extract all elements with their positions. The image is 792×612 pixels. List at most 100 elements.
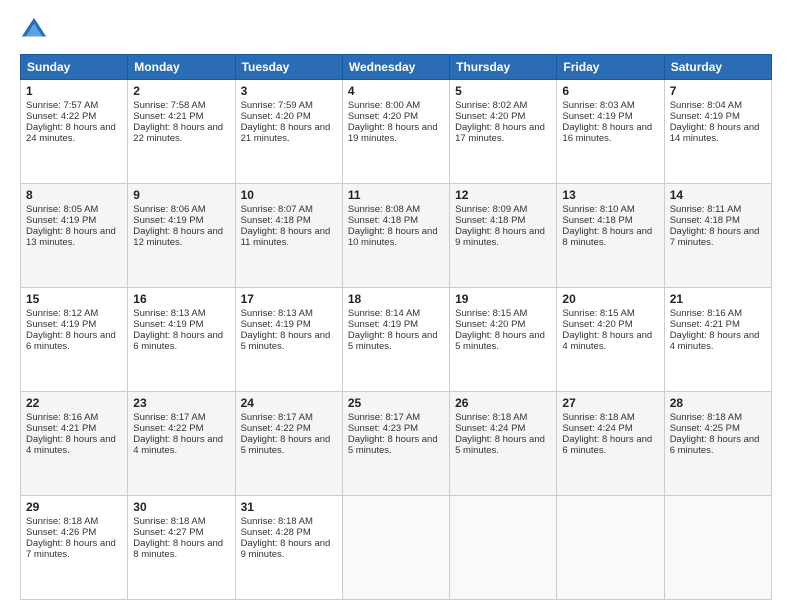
sunrise-text: Sunrise: 8:06 AM [133,204,205,215]
day-number: 15 [26,292,122,306]
day-number: 17 [241,292,337,306]
day-number: 4 [348,84,444,98]
calendar-cell: 18Sunrise: 8:14 AMSunset: 4:19 PMDayligh… [342,288,449,392]
sunrise-text: Sunrise: 8:11 AM [670,204,742,215]
sunrise-text: Sunrise: 8:18 AM [26,516,98,527]
daylight-text: Daylight: 8 hours and 9 minutes. [241,538,331,560]
logo [20,16,52,44]
sunrise-text: Sunrise: 8:18 AM [670,412,742,423]
calendar-cell: 25Sunrise: 8:17 AMSunset: 4:23 PMDayligh… [342,392,449,496]
day-number: 12 [455,188,551,202]
day-number: 21 [670,292,766,306]
sunrise-text: Sunrise: 8:12 AM [26,308,98,319]
sunset-text: Sunset: 4:21 PM [670,319,740,330]
week-row-1: 1Sunrise: 7:57 AMSunset: 4:22 PMDaylight… [21,80,772,184]
sunrise-text: Sunrise: 8:00 AM [348,100,420,111]
daylight-text: Daylight: 8 hours and 5 minutes. [455,434,545,456]
sunrise-text: Sunrise: 8:17 AM [133,412,205,423]
daylight-text: Daylight: 8 hours and 7 minutes. [26,538,116,560]
day-number: 23 [133,396,229,410]
sunset-text: Sunset: 4:26 PM [26,527,96,538]
weekday-header-sunday: Sunday [21,55,128,80]
sunset-text: Sunset: 4:20 PM [455,111,525,122]
day-number: 6 [562,84,658,98]
daylight-text: Daylight: 8 hours and 24 minutes. [26,122,116,144]
sunset-text: Sunset: 4:18 PM [670,215,740,226]
calendar-cell [664,496,771,600]
calendar-cell: 31Sunrise: 8:18 AMSunset: 4:28 PMDayligh… [235,496,342,600]
day-number: 19 [455,292,551,306]
sunrise-text: Sunrise: 8:10 AM [562,204,634,215]
sunrise-text: Sunrise: 8:05 AM [26,204,98,215]
day-number: 14 [670,188,766,202]
weekday-header-wednesday: Wednesday [342,55,449,80]
daylight-text: Daylight: 8 hours and 4 minutes. [670,330,760,352]
calendar-cell: 19Sunrise: 8:15 AMSunset: 4:20 PMDayligh… [450,288,557,392]
daylight-text: Daylight: 8 hours and 4 minutes. [26,434,116,456]
sunrise-text: Sunrise: 8:13 AM [241,308,313,319]
weekday-header-saturday: Saturday [664,55,771,80]
daylight-text: Daylight: 8 hours and 22 minutes. [133,122,223,144]
page: SundayMondayTuesdayWednesdayThursdayFrid… [0,0,792,612]
calendar-cell: 23Sunrise: 8:17 AMSunset: 4:22 PMDayligh… [128,392,235,496]
calendar-cell: 3Sunrise: 7:59 AMSunset: 4:20 PMDaylight… [235,80,342,184]
sunset-text: Sunset: 4:21 PM [26,423,96,434]
daylight-text: Daylight: 8 hours and 5 minutes. [348,434,438,456]
sunset-text: Sunset: 4:25 PM [670,423,740,434]
daylight-text: Daylight: 8 hours and 12 minutes. [133,226,223,248]
calendar-cell: 28Sunrise: 8:18 AMSunset: 4:25 PMDayligh… [664,392,771,496]
day-number: 26 [455,396,551,410]
sunset-text: Sunset: 4:22 PM [133,423,203,434]
sunrise-text: Sunrise: 8:14 AM [348,308,420,319]
sunset-text: Sunset: 4:18 PM [455,215,525,226]
calendar-cell: 21Sunrise: 8:16 AMSunset: 4:21 PMDayligh… [664,288,771,392]
calendar-cell: 9Sunrise: 8:06 AMSunset: 4:19 PMDaylight… [128,184,235,288]
calendar-cell: 14Sunrise: 8:11 AMSunset: 4:18 PMDayligh… [664,184,771,288]
sunset-text: Sunset: 4:24 PM [455,423,525,434]
daylight-text: Daylight: 8 hours and 6 minutes. [133,330,223,352]
calendar-cell: 5Sunrise: 8:02 AMSunset: 4:20 PMDaylight… [450,80,557,184]
sunrise-text: Sunrise: 7:58 AM [133,100,205,111]
sunrise-text: Sunrise: 7:57 AM [26,100,98,111]
day-number: 11 [348,188,444,202]
sunset-text: Sunset: 4:20 PM [562,319,632,330]
sunset-text: Sunset: 4:19 PM [562,111,632,122]
day-number: 13 [562,188,658,202]
sunrise-text: Sunrise: 8:09 AM [455,204,527,215]
daylight-text: Daylight: 8 hours and 14 minutes. [670,122,760,144]
sunrise-text: Sunrise: 8:18 AM [133,516,205,527]
sunrise-text: Sunrise: 8:04 AM [670,100,742,111]
calendar-cell: 22Sunrise: 8:16 AMSunset: 4:21 PMDayligh… [21,392,128,496]
daylight-text: Daylight: 8 hours and 9 minutes. [455,226,545,248]
daylight-text: Daylight: 8 hours and 19 minutes. [348,122,438,144]
daylight-text: Daylight: 8 hours and 10 minutes. [348,226,438,248]
calendar-cell: 30Sunrise: 8:18 AMSunset: 4:27 PMDayligh… [128,496,235,600]
day-number: 7 [670,84,766,98]
week-row-3: 15Sunrise: 8:12 AMSunset: 4:19 PMDayligh… [21,288,772,392]
day-number: 16 [133,292,229,306]
sunrise-text: Sunrise: 7:59 AM [241,100,313,111]
sunset-text: Sunset: 4:19 PM [348,319,418,330]
day-number: 27 [562,396,658,410]
calendar-cell [342,496,449,600]
daylight-text: Daylight: 8 hours and 5 minutes. [455,330,545,352]
daylight-text: Daylight: 8 hours and 5 minutes. [348,330,438,352]
day-number: 2 [133,84,229,98]
day-number: 8 [26,188,122,202]
day-number: 10 [241,188,337,202]
calendar-cell: 2 Sunrise: 7:58 AMSunset: 4:21 PMDaylight… [128,80,235,184]
sunset-text: Sunset: 4:19 PM [133,215,203,226]
calendar-cell: 26Sunrise: 8:18 AMSunset: 4:24 PMDayligh… [450,392,557,496]
calendar-cell: 29Sunrise: 8:18 AMSunset: 4:26 PMDayligh… [21,496,128,600]
calendar-cell: 12 Sunrise: 8:09 AMSunset: 4:18 PMDayligh… [450,184,557,288]
sunset-text: Sunset: 4:21 PM [133,111,203,122]
sunset-text: Sunset: 4:18 PM [241,215,311,226]
logo-icon [20,16,48,44]
sunrise-text: Sunrise: 8:17 AM [241,412,313,423]
calendar-cell: 8Sunrise: 8:05 AMSunset: 4:19 PMDaylight… [21,184,128,288]
weekday-header-thursday: Thursday [450,55,557,80]
calendar-cell: 10Sunrise: 8:07 AMSunset: 4:18 PMDayligh… [235,184,342,288]
week-row-4: 22Sunrise: 8:16 AMSunset: 4:21 PMDayligh… [21,392,772,496]
sunrise-text: Sunrise: 8:17 AM [348,412,420,423]
sunset-text: Sunset: 4:19 PM [26,319,96,330]
